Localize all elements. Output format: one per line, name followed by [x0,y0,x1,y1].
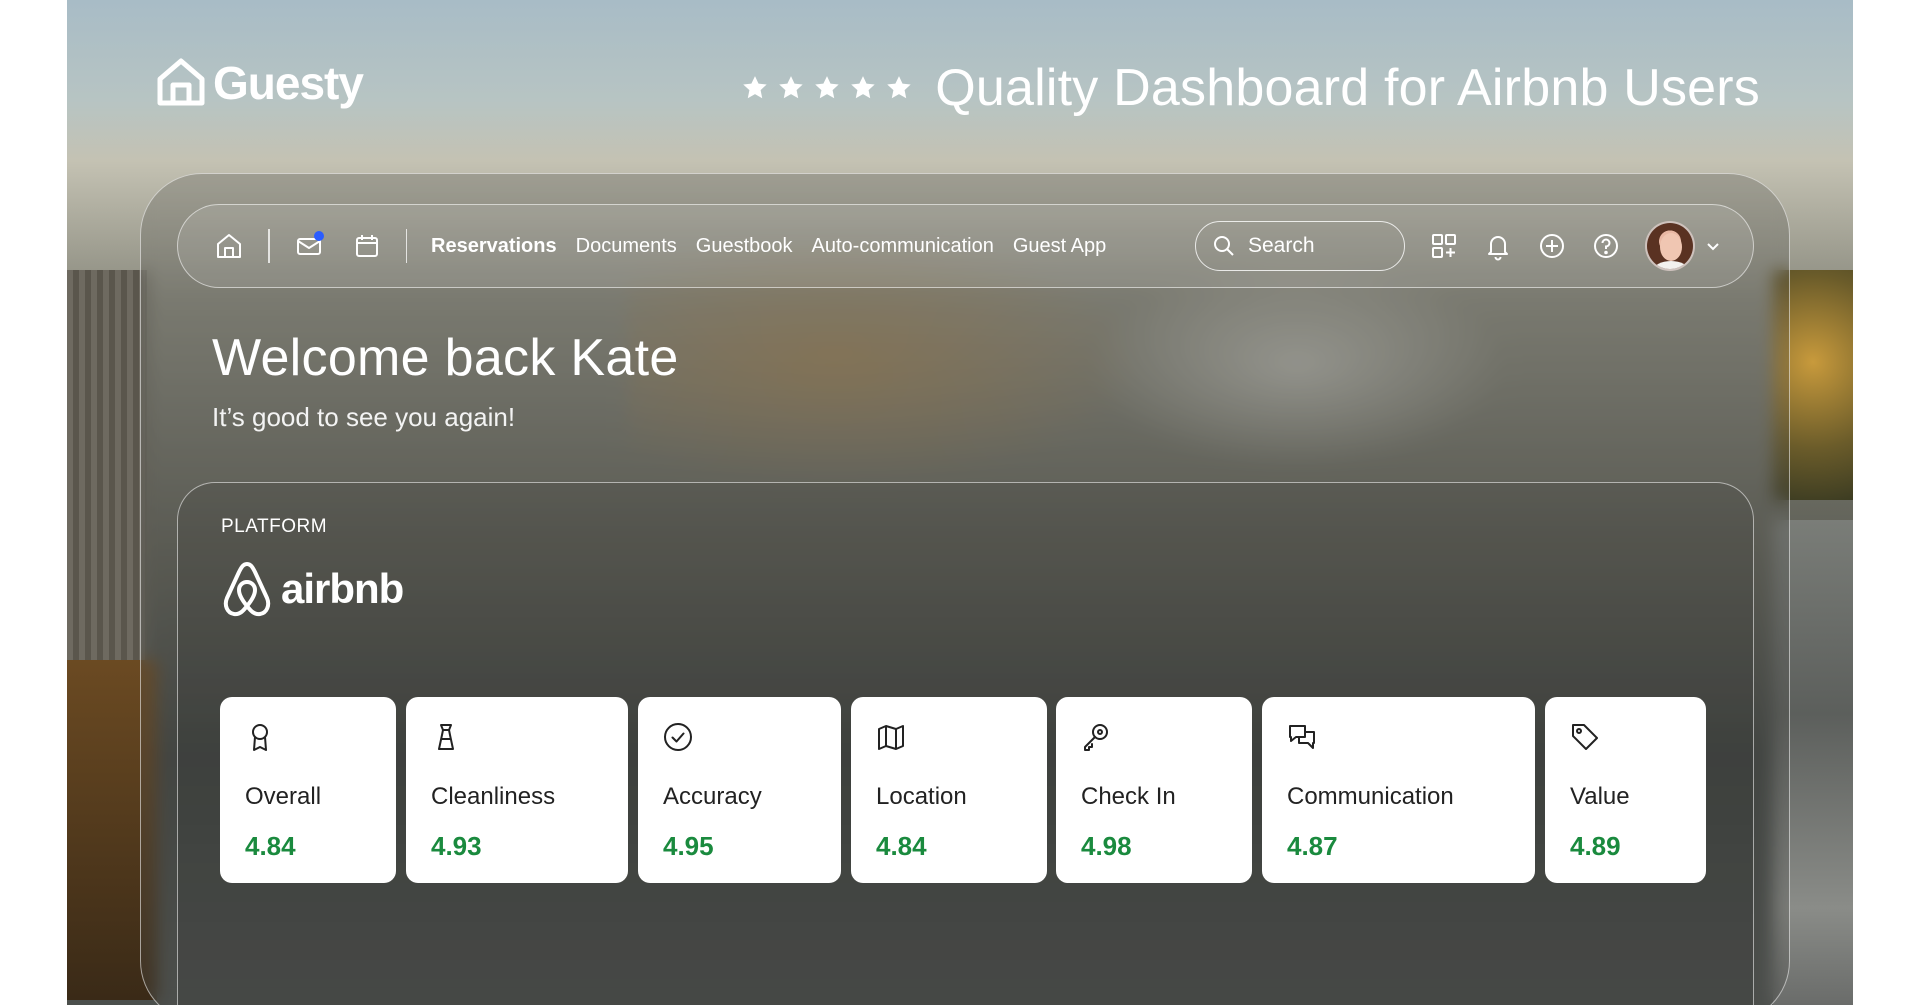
plus-circle-icon[interactable] [1537,231,1567,261]
guesty-house-icon [155,57,207,109]
metric-label: Location [876,783,967,810]
tag-icon [1569,721,1601,753]
metric-card-communication[interactable]: Communication 4.87 [1262,697,1535,883]
metric-label: Overall [245,783,322,810]
metric-card-value[interactable]: Value 4.89 [1545,697,1706,883]
rating-stars [741,74,913,102]
metric-label: Check In [1081,783,1176,810]
metric-value: 4.89 [1570,831,1621,861]
bell-icon[interactable] [1483,231,1513,261]
avatar-shirt [1653,261,1689,269]
metric-value: 4.87 [1287,831,1338,861]
metric-label: Value [1570,783,1630,810]
star-icon [815,76,839,99]
menu-item-guestbook[interactable]: Guestbook [696,235,793,258]
welcome-subtitle: It’s good to see you again! [212,402,516,432]
search-box[interactable] [1195,221,1405,271]
nav-tools [1429,221,1695,271]
menu-item-guest-app[interactable]: Guest App [1013,235,1106,258]
notification-dot [313,231,324,241]
avatar-face [1660,233,1682,261]
apps-add-icon[interactable] [1429,231,1459,261]
award-icon [244,721,276,753]
platform-label: PLATFORM [221,516,328,537]
search-icon [1214,236,1234,256]
home-icon[interactable] [214,231,244,261]
star-icon [887,76,911,99]
chat-icon [1286,721,1318,753]
metric-card-overall[interactable]: Overall 4.84 [220,697,396,883]
guesty-logo: Guesty [155,56,364,110]
search-input[interactable] [1248,234,1378,258]
menu-item-documents[interactable]: Documents [576,235,677,258]
metric-value: 4.93 [431,831,482,861]
metric-label: Communication [1287,783,1454,810]
metric-value: 4.84 [876,831,927,861]
metric-card-cleanliness[interactable]: Cleanliness 4.93 [406,697,628,883]
spray-bottle-icon [430,721,462,753]
main-menu: Reservations Documents Guestbook Auto-co… [431,235,1106,258]
menu-item-auto-communication[interactable]: Auto-communication [812,235,994,258]
metric-label: Accuracy [663,783,762,810]
map-icon [875,721,907,753]
star-icon [743,76,767,99]
calendar-icon[interactable] [352,231,382,261]
platform-name: airbnb [281,565,404,612]
airbnb-logo: airbnb [221,560,404,618]
airbnb-icon [223,562,271,617]
metric-value: 4.84 [245,831,296,861]
avatar[interactable] [1645,221,1695,271]
help-icon[interactable] [1591,231,1621,261]
key-icon [1080,721,1112,753]
welcome-section: Welcome back Kate It’s good to see you a… [212,328,679,433]
menu-item-reservations[interactable]: Reservations [431,235,557,258]
welcome-title: Welcome back Kate [212,329,679,387]
star-icon [779,76,803,99]
star-icon [851,76,875,99]
brand-name: Guesty [213,57,364,109]
nav-divider [268,229,270,263]
mail-icon[interactable] [294,231,324,261]
chevron-down-icon[interactable] [1703,236,1723,256]
page-headline: Quality Dashboard for Airbnb Users [741,58,1760,118]
top-navigation-bar: Reservations Documents Guestbook Auto-co… [177,204,1754,288]
metric-value: 4.98 [1081,831,1132,861]
metric-label: Cleanliness [431,783,556,810]
metric-card-check-in[interactable]: Check In 4.98 [1056,697,1252,883]
nav-divider [405,229,407,263]
metric-card-accuracy[interactable]: Accuracy 4.95 [638,697,841,883]
metric-value: 4.95 [663,831,714,861]
check-circle-icon [662,721,694,753]
headline-text: Quality Dashboard for Airbnb Users [935,59,1760,117]
metric-card-location[interactable]: Location 4.84 [851,697,1047,883]
